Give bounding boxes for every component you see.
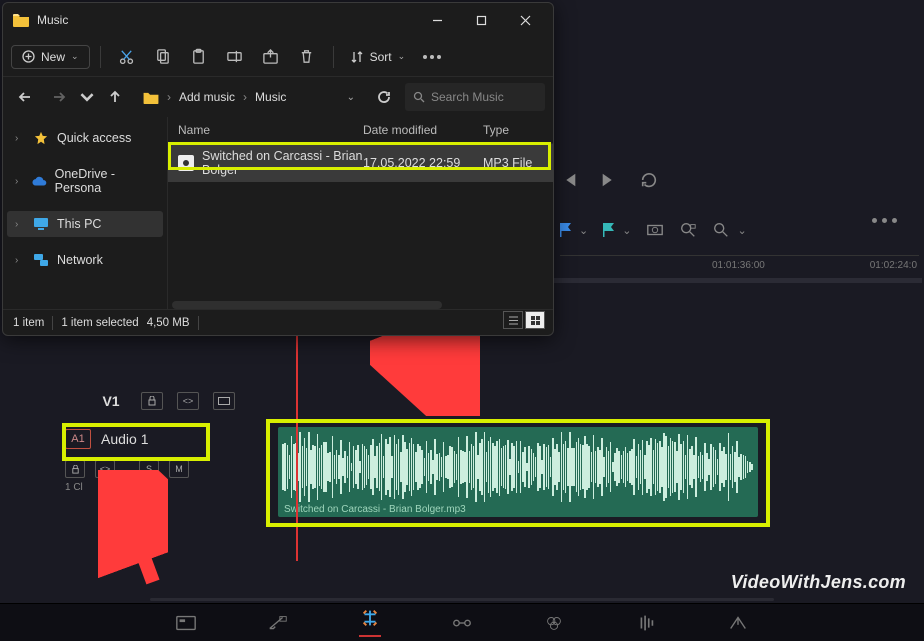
star-icon (33, 131, 49, 145)
audio-clip[interactable]: Switched on Carcassi - Brian Bolger.mp3 (278, 427, 758, 517)
watermark: VideoWithJens.com (731, 572, 906, 593)
file-list: Name Date modified Type Switched on Carc… (168, 117, 553, 309)
bottom-scroll[interactable] (150, 598, 774, 601)
paste-icon[interactable] (183, 42, 215, 72)
details-view-button[interactable] (503, 311, 523, 329)
network-icon (33, 253, 49, 267)
ruler-tick: 01:01:36:00 (712, 260, 765, 271)
titlebar[interactable]: Music (3, 3, 553, 37)
folder-icon (13, 13, 29, 27)
back-button[interactable] (11, 83, 39, 111)
clip-filename: Switched on Carcassi - Brian Bolger.mp3 (284, 504, 466, 515)
sidebar-item-onedrive[interactable]: › OneDrive - Persona (7, 161, 163, 201)
flag-blue-icon[interactable] (560, 223, 572, 237)
cloud-icon (32, 174, 47, 188)
auto-select-icon[interactable]: <> (95, 460, 115, 478)
forward-button[interactable] (45, 83, 73, 111)
col-name[interactable]: Name (178, 123, 363, 137)
view-toggle (503, 311, 545, 329)
col-date[interactable]: Date modified (363, 123, 483, 137)
zoom-to-fit-icon[interactable] (646, 221, 664, 239)
ruler-tick: 01:02:24:0 (870, 260, 917, 271)
file-row[interactable]: Switched on Carcassi - Brian Bolger 17.0… (168, 144, 553, 182)
mute-button[interactable]: M (169, 460, 189, 478)
page-nav (0, 603, 924, 641)
zoom-icon[interactable] (712, 221, 730, 239)
folder-icon (143, 91, 159, 104)
edit-page-icon[interactable] (359, 608, 381, 637)
next-icon[interactable] (600, 171, 618, 189)
frame-icon[interactable] (213, 392, 235, 410)
auto-select-icon[interactable]: <> (177, 392, 199, 410)
more-icon[interactable] (415, 55, 449, 59)
breadcrumb-item[interactable]: Music (255, 90, 286, 104)
audio-dest-button[interactable]: A1 (65, 429, 91, 449)
flag-teal-icon[interactable] (603, 223, 615, 237)
file-explorer-window: Music New ⌄ Sort ⌄ (2, 2, 554, 336)
timeline-ruler[interactable]: 01:01:36:00 01:02:24:0 (560, 255, 919, 275)
recent-dropdown-icon[interactable] (79, 83, 95, 111)
cut-page-icon[interactable] (267, 613, 289, 633)
col-type[interactable]: Type (483, 123, 543, 137)
window-title: Music (37, 13, 415, 27)
horizontal-scrollbar[interactable] (172, 301, 442, 309)
status-size: 4,50 MB (147, 317, 190, 329)
solo-button[interactable]: S (139, 460, 159, 478)
rename-icon[interactable] (219, 42, 251, 72)
minimize-button[interactable] (415, 5, 459, 35)
search-input[interactable]: Search Music (405, 83, 545, 111)
new-label: New (41, 50, 65, 64)
new-button[interactable]: New ⌄ (11, 45, 90, 69)
video-track-header[interactable]: V1 <> (65, 385, 909, 417)
zoom-detail-icon[interactable] (679, 221, 697, 239)
share-icon[interactable] (255, 42, 287, 72)
sidebar-item-this-pc[interactable]: › This PC (7, 211, 163, 237)
breadcrumb[interactable]: › Add music › Music ⌄ (135, 90, 363, 104)
fusion-page-icon[interactable] (451, 613, 473, 633)
sort-button[interactable]: Sort ⌄ (344, 50, 412, 64)
sidebar-item-quick-access[interactable]: › Quick access (7, 125, 163, 151)
thumbnails-view-button[interactable] (525, 311, 545, 329)
file-name: Switched on Carcassi - Brian Bolger (202, 149, 363, 177)
cut-icon[interactable] (111, 42, 143, 72)
close-button[interactable] (503, 5, 547, 35)
nav-bar: › Add music › Music ⌄ Search Music (3, 77, 553, 117)
deliver-page-icon[interactable] (727, 613, 749, 633)
sidebar-item-network[interactable]: › Network (7, 247, 163, 273)
prev-icon[interactable] (560, 171, 578, 189)
lock-icon[interactable] (65, 460, 85, 478)
lock-icon[interactable] (141, 392, 163, 410)
status-items: 1 item (13, 317, 44, 329)
nav-sidebar: › Quick access › OneDrive - Persona › Th… (3, 117, 168, 309)
video-track-label: V1 (95, 393, 127, 409)
command-bar: New ⌄ Sort ⌄ (3, 37, 553, 77)
mp3-icon (178, 155, 194, 171)
maximize-button[interactable] (459, 5, 503, 35)
fairlight-page-icon[interactable] (635, 613, 657, 633)
color-page-icon[interactable] (543, 613, 565, 633)
breadcrumb-item[interactable]: Add music (179, 90, 235, 104)
audio-track-name: Audio 1 (101, 431, 148, 447)
up-button[interactable] (101, 83, 129, 111)
loop-icon[interactable] (640, 171, 658, 189)
file-type: MP3 File (483, 156, 543, 170)
status-selected: 1 item selected (61, 317, 138, 329)
column-headers[interactable]: Name Date modified Type (168, 117, 553, 144)
status-bar: 1 item 1 item selected 4,50 MB (3, 309, 553, 335)
copy-icon[interactable] (147, 42, 179, 72)
timeline-toolbar: ⌄ ⌄ ⌄ (560, 218, 919, 242)
transport-controls (560, 170, 919, 190)
file-date: 17.05.2022 22:59 (363, 156, 483, 170)
monitor-icon (33, 217, 49, 231)
search-placeholder: Search Music (431, 90, 504, 104)
sort-label: Sort (370, 50, 392, 64)
delete-icon[interactable] (291, 42, 323, 72)
media-page-icon[interactable] (175, 613, 197, 633)
more-options-icon[interactable] (872, 218, 897, 223)
refresh-button[interactable] (369, 83, 399, 111)
